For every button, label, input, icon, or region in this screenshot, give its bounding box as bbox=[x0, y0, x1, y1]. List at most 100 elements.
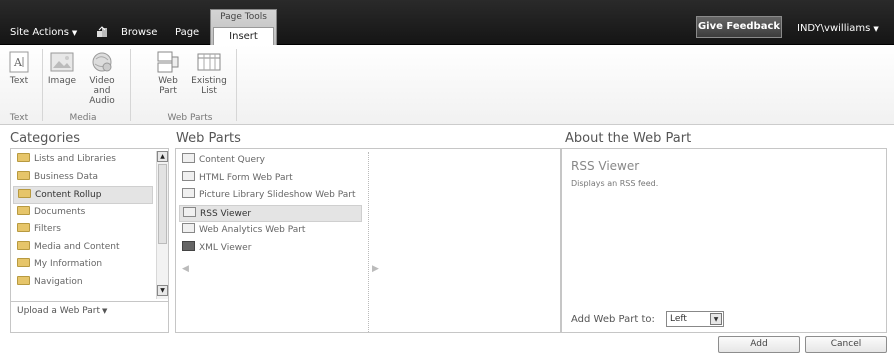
next-page-icon[interactable]: ▶ bbox=[372, 264, 379, 274]
give-feedback-button[interactable]: Give Feedback bbox=[696, 16, 782, 38]
web-part-icon bbox=[183, 206, 196, 217]
folder-icon bbox=[17, 240, 30, 250]
divider bbox=[11, 301, 168, 302]
web-part-icon bbox=[182, 188, 195, 198]
category-item[interactable]: Media and Content bbox=[13, 239, 153, 257]
category-item[interactable]: Documents bbox=[13, 204, 153, 222]
add-web-part-to-label: Add Web Part to: bbox=[571, 314, 655, 325]
previous-page-icon[interactable]: ◀ bbox=[182, 264, 189, 274]
web-part-item[interactable]: Picture Library Slideshow Web Part bbox=[179, 187, 362, 205]
categories-scrollbar[interactable]: ▲ ▼ bbox=[156, 151, 168, 299]
text-group-label: Text bbox=[9, 113, 29, 123]
upload-web-part-menu[interactable]: Upload a Web Part ▼ bbox=[17, 306, 107, 316]
about-web-part-panel: RSS Viewer Displays an RSS feed. Add Web… bbox=[561, 148, 887, 333]
chevron-down-icon: ▼ bbox=[873, 25, 879, 33]
site-actions-label: Site Actions bbox=[10, 27, 69, 38]
user-menu[interactable]: INDY\vwilliams ▼ bbox=[797, 23, 879, 34]
chevron-down-icon[interactable]: ▼ bbox=[710, 313, 722, 325]
navigate-up-icon[interactable] bbox=[96, 26, 108, 38]
web-part-label: RSS Viewer bbox=[200, 208, 252, 219]
category-item[interactable]: Navigation bbox=[13, 274, 153, 292]
media-group-label: Media bbox=[69, 113, 97, 123]
scroll-up-icon[interactable]: ▲ bbox=[157, 151, 168, 162]
categories-list: Lists and Libraries Business Data Conten… bbox=[13, 151, 153, 291]
upload-web-part-label: Upload a Web Part bbox=[17, 306, 101, 316]
category-label: Filters bbox=[34, 224, 61, 234]
web-part-item[interactable]: HTML Form Web Part bbox=[179, 170, 362, 188]
web-parts-panel: Content Query HTML Form Web Part Picture… bbox=[175, 148, 561, 333]
user-name: INDY\vwilliams bbox=[797, 23, 871, 34]
category-label: Documents bbox=[34, 206, 86, 217]
group-divider bbox=[236, 49, 237, 121]
video-audio-icon bbox=[92, 52, 112, 72]
web-part-item[interactable]: XML Viewer bbox=[179, 240, 362, 258]
add-button[interactable]: Add bbox=[718, 336, 800, 353]
existing-list-icon bbox=[197, 53, 221, 71]
text-icon: A bbox=[9, 51, 29, 73]
category-label: My Information bbox=[34, 259, 103, 269]
scrollbar-thumb[interactable] bbox=[158, 164, 167, 244]
folder-icon bbox=[18, 189, 31, 198]
category-item[interactable]: Lists and Libraries bbox=[13, 151, 153, 169]
folder-icon bbox=[17, 153, 30, 162]
zone-select[interactable]: Left ▼ bbox=[666, 311, 724, 327]
categories-title: Categories bbox=[10, 131, 81, 146]
web-part-icon bbox=[182, 223, 195, 233]
web-part-description: Displays an RSS feed. bbox=[571, 179, 659, 188]
web-part-label: XML Viewer bbox=[199, 242, 252, 253]
group-divider bbox=[130, 49, 131, 121]
web-part-item[interactable]: Web Analytics Web Part bbox=[179, 222, 362, 240]
site-actions-menu[interactable]: Site Actions ▼ bbox=[10, 27, 77, 38]
category-item[interactable]: Filters bbox=[13, 221, 153, 239]
tab-page[interactable]: Page bbox=[175, 27, 199, 38]
column-divider bbox=[368, 152, 369, 332]
zone-value: Left bbox=[670, 314, 687, 324]
web-parts-group-label: Web Parts bbox=[167, 113, 213, 123]
web-part-label: Picture Library Slideshow Web Part bbox=[199, 190, 356, 200]
category-label: Media and Content bbox=[34, 241, 120, 252]
xml-icon bbox=[182, 240, 195, 251]
existing-list-button[interactable]: Existing List bbox=[189, 51, 229, 96]
chevron-down-icon: ▼ bbox=[71, 29, 78, 37]
category-item-selected[interactable]: Content Rollup bbox=[13, 186, 153, 204]
page-tools-label: Page Tools bbox=[220, 12, 267, 22]
web-part-icon bbox=[182, 153, 195, 163]
categories-panel: Lists and Libraries Business Data Conten… bbox=[10, 148, 169, 333]
web-parts-list: Content Query HTML Form Web Part Picture… bbox=[179, 152, 362, 257]
top-bar: Site Actions ▼ Browse Page Page Tools Ins… bbox=[0, 0, 894, 47]
video-audio-button-label: Video and Audio bbox=[89, 76, 115, 106]
web-part-button-label: Web Part bbox=[158, 76, 178, 96]
web-part-label: Web Analytics Web Part bbox=[199, 225, 306, 235]
web-part-button[interactable]: Web Part bbox=[156, 51, 180, 96]
folder-icon bbox=[17, 223, 30, 232]
web-part-label: HTML Form Web Part bbox=[199, 172, 293, 183]
tab-browse[interactable]: Browse bbox=[121, 27, 157, 38]
image-button-label: Image bbox=[47, 76, 77, 86]
cancel-button[interactable]: Cancel bbox=[805, 336, 887, 353]
web-part-item-selected[interactable]: RSS Viewer bbox=[179, 204, 362, 222]
web-parts-title: Web Parts bbox=[176, 131, 241, 146]
page-tools-contextual-group: Page Tools Insert bbox=[210, 9, 277, 47]
existing-list-button-label: Existing List bbox=[191, 76, 227, 96]
about-web-part-title: About the Web Part bbox=[565, 131, 692, 146]
video-audio-button[interactable]: Video and Audio bbox=[80, 51, 124, 106]
folder-icon bbox=[17, 258, 30, 267]
web-part-icon bbox=[182, 170, 195, 181]
web-part-icon bbox=[157, 51, 179, 73]
image-button[interactable]: Image bbox=[47, 51, 77, 86]
chevron-down-icon: ▼ bbox=[102, 307, 108, 315]
category-label: Lists and Libraries bbox=[34, 154, 116, 164]
text-button[interactable]: A Text bbox=[7, 51, 31, 86]
scroll-down-icon[interactable]: ▼ bbox=[157, 285, 168, 296]
folder-icon bbox=[17, 170, 30, 180]
folder-icon bbox=[17, 205, 30, 215]
category-label: Navigation bbox=[34, 276, 83, 287]
ribbon: A Text Text Image Video and Audio Media … bbox=[0, 45, 894, 125]
category-item[interactable]: Business Data bbox=[13, 169, 153, 187]
category-label: Business Data bbox=[34, 171, 99, 182]
tab-insert[interactable]: Insert bbox=[213, 27, 274, 47]
web-part-item[interactable]: Content Query bbox=[179, 152, 362, 170]
image-icon bbox=[50, 52, 74, 72]
svg-text:A: A bbox=[13, 56, 23, 69]
category-item[interactable]: My Information bbox=[13, 256, 153, 274]
